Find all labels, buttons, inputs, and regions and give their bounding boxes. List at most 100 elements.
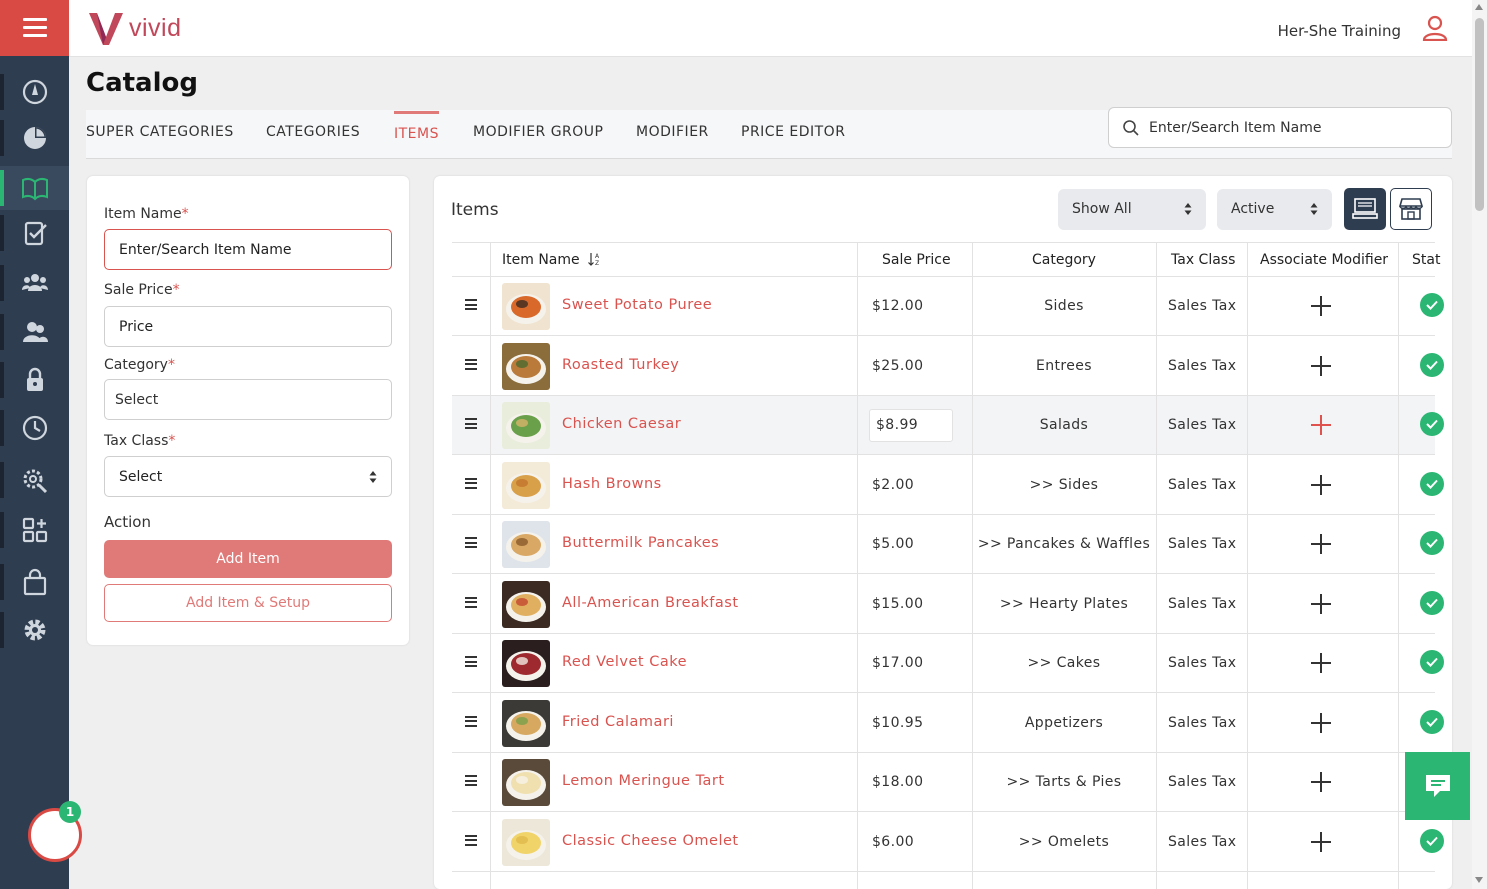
sale-price-input[interactable]: Price — [104, 306, 392, 347]
item-name-input[interactable]: Enter/Search Item Name — [104, 229, 392, 270]
add-modifier-icon[interactable] — [1311, 534, 1331, 554]
item-name-link[interactable]: Buttermilk Pancakes — [562, 535, 719, 551]
item-price: $5.00 — [872, 536, 915, 552]
item-name-link[interactable]: All-American Breakfast — [562, 595, 739, 611]
item-name-link[interactable]: Chicken Caesar — [562, 416, 681, 432]
sidebar-item-gear[interactable] — [0, 608, 69, 652]
active-status-icon[interactable] — [1420, 471, 1444, 496]
active-status-icon[interactable] — [1420, 590, 1444, 615]
item-name-link[interactable]: Lemon Meringue Tart — [562, 773, 725, 789]
table-row[interactable]: Chicken Caesar $8.99 Salads Sales Tax — [452, 396, 1444, 455]
table-row[interactable]: Hash Browns $2.00 >> Sides Sales Tax — [452, 456, 1444, 515]
item-name-link[interactable]: Fried Calamari — [562, 714, 674, 730]
item-name-link[interactable]: Sweet Potato Puree — [562, 297, 712, 313]
sidebar-item-clipboard-check[interactable] — [0, 211, 69, 255]
tab-price-editor[interactable]: PRICE EDITOR — [741, 124, 845, 140]
add-item-setup-button[interactable]: Add Item & Setup — [104, 584, 392, 622]
table-row[interactable]: Lemon Meringue Tart $18.00 >> Tarts & Pi… — [452, 753, 1444, 812]
col-sale-price[interactable]: Sale Price — [882, 252, 951, 268]
user-name[interactable]: Her-She Training — [1278, 22, 1401, 40]
item-price[interactable]: $8.99 — [876, 417, 918, 433]
active-status-icon[interactable] — [1420, 531, 1444, 555]
drag-handle-icon[interactable] — [465, 656, 477, 667]
add-modifier-icon[interactable] — [1311, 653, 1331, 673]
active-status-icon[interactable] — [1420, 709, 1444, 734]
tab-categories[interactable]: CATEGORIES — [266, 124, 360, 140]
active-status-icon[interactable] — [1420, 352, 1444, 377]
add-modifier-icon[interactable] — [1311, 772, 1331, 792]
drag-handle-icon[interactable] — [465, 477, 477, 489]
pie-chart-icon — [23, 127, 46, 149]
col-status[interactable]: Stat — [1412, 252, 1440, 268]
active-status-icon[interactable] — [1420, 650, 1444, 674]
drag-handle-icon[interactable] — [465, 299, 477, 310]
store-view-button[interactable] — [1390, 188, 1432, 230]
table-row[interactable]: Classic Cheese Omelet $6.00 >> Omelets S… — [452, 813, 1444, 872]
user-profile-icon[interactable] — [1422, 15, 1448, 45]
scroll-up-arrow[interactable] — [1475, 4, 1483, 10]
table-row[interactable]: Roasted Turkey $25.00 Entrees Sales Tax — [452, 337, 1444, 396]
add-modifier-icon[interactable] — [1311, 355, 1331, 376]
sidebar-item-clock[interactable] — [0, 406, 69, 450]
item-name-link[interactable]: Red Velvet Cake — [562, 654, 687, 670]
add-modifier-icon[interactable] — [1311, 712, 1331, 733]
tab-super-categories[interactable]: SUPER CATEGORIES — [86, 124, 234, 140]
sidebar: 1 — [0, 0, 82, 889]
apps-plus-icon — [22, 517, 47, 543]
add-modifier-icon[interactable] — [1311, 474, 1331, 495]
tax-class-select[interactable]: Select — [104, 456, 392, 497]
page-scrollbar[interactable] — [1472, 0, 1487, 889]
drag-handle-icon[interactable] — [465, 715, 477, 727]
drag-handle-icon[interactable] — [465, 596, 477, 608]
col-category[interactable]: Category — [1032, 252, 1096, 268]
add-modifier-icon[interactable] — [1311, 415, 1331, 435]
col-item-name[interactable]: Item Name A Z — [502, 252, 602, 268]
add-item-button[interactable]: Add Item — [104, 540, 392, 578]
active-status-icon[interactable] — [1420, 828, 1444, 853]
drag-handle-icon[interactable] — [465, 358, 477, 370]
add-modifier-icon[interactable] — [1311, 593, 1331, 614]
sidebar-item-dashboard-gauge[interactable] — [0, 70, 69, 114]
table-row[interactable]: Red Velvet Cake $17.00 >> Cakes Sales Ta… — [452, 634, 1444, 693]
add-modifier-icon[interactable] — [1311, 296, 1331, 316]
sidebar-item-shopping-bag[interactable] — [0, 560, 69, 604]
vivid-logo-icon — [89, 13, 123, 45]
pos-view-button[interactable] — [1344, 188, 1386, 230]
active-status-icon[interactable] — [1420, 412, 1444, 436]
sidebar-item-lock[interactable] — [0, 358, 69, 402]
table-row[interactable]: Buttermilk Pancakes $5.00 >> Pancakes & … — [452, 515, 1444, 574]
table-row[interactable]: Sweet Potato Puree $12.00 Sides Sales Ta… — [452, 277, 1444, 336]
item-name-link[interactable]: Roasted Turkey — [562, 357, 679, 373]
sidebar-item-users[interactable] — [0, 310, 69, 354]
tab-items[interactable]: ITEMS — [394, 111, 439, 142]
item-tax-class: Sales Tax — [1168, 298, 1237, 314]
col-tax-class[interactable]: Tax Class — [1171, 252, 1235, 268]
item-name-link[interactable]: Classic Cheese Omelet — [562, 833, 739, 849]
col-associate-modifier[interactable]: Associate Modifier — [1260, 252, 1388, 268]
sidebar-item-book-open[interactable] — [0, 166, 69, 210]
sidebar-item-apps-plus[interactable] — [0, 508, 69, 552]
drag-handle-icon[interactable] — [465, 775, 477, 786]
tab-modifier[interactable]: MODIFIER — [636, 124, 709, 140]
table-row[interactable]: All-American Breakfast $15.00 >> Hearty … — [452, 575, 1444, 634]
chat-button[interactable] — [1405, 752, 1470, 820]
sidebar-item-users-group[interactable] — [0, 261, 69, 305]
category-select[interactable]: Select — [104, 379, 392, 420]
scroll-down-arrow[interactable] — [1475, 877, 1483, 883]
sidebar-item-pie-chart[interactable] — [0, 116, 69, 160]
active-status-icon[interactable] — [1420, 293, 1444, 317]
show-filter-select[interactable]: Show All — [1058, 189, 1206, 230]
tab-modifier-group[interactable]: MODIFIER GROUP — [473, 124, 604, 140]
catalog-search-input[interactable]: Enter/Search Item Name — [1108, 107, 1452, 148]
table-row[interactable]: Fried Calamari $10.95 Appetizers Sales T… — [452, 694, 1444, 753]
drag-handle-icon[interactable] — [465, 537, 477, 548]
hamburger-menu-button[interactable] — [0, 0, 69, 56]
scroll-thumb[interactable] — [1475, 18, 1484, 211]
drag-handle-icon[interactable] — [465, 418, 477, 429]
drag-handle-icon[interactable] — [465, 834, 477, 846]
add-modifier-icon[interactable] — [1311, 831, 1331, 852]
status-filter-select[interactable]: Active — [1217, 189, 1332, 230]
item-name-link[interactable]: Hash Browns — [562, 476, 662, 492]
sidebar-item-settings-search[interactable] — [0, 458, 69, 502]
brand-logo[interactable]: vivid — [87, 10, 182, 46]
